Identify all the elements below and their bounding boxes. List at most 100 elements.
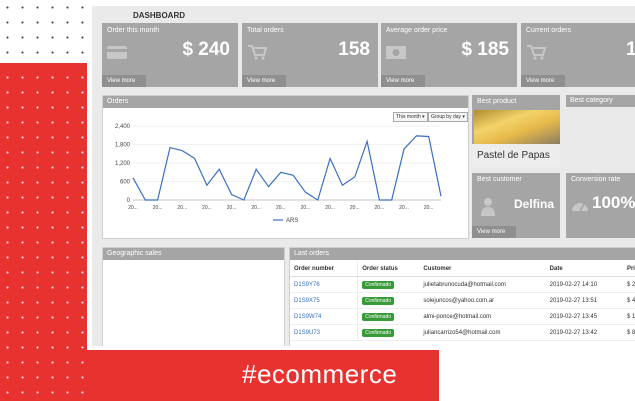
x-tick-label: 20...	[251, 205, 261, 211]
best-product-label: Best product	[477, 98, 517, 105]
price-cell: $ 4	[622, 292, 635, 309]
x-tick-label: 20...	[375, 205, 385, 211]
order-status-cell: Confirmado	[357, 324, 420, 341]
status-badge: Confirmado	[362, 280, 395, 289]
x-tick-label: 20...	[227, 205, 237, 211]
dot-pattern	[0, 0, 85, 62]
x-tick-label: 20...	[128, 205, 138, 211]
price-cell: $ 1	[622, 308, 635, 325]
view-more-link[interactable]: View more	[472, 226, 516, 238]
x-tick-label: 20...	[177, 205, 187, 211]
best-customer-label: Best customer	[477, 176, 522, 183]
card-value: 158	[338, 39, 370, 60]
customer-cell: julietabrunocuda@hotmail.com	[419, 276, 546, 293]
series-line-ars	[132, 135, 442, 201]
orders-panel: Orders This month ▾ Group by day ▾ 0 600 1…	[102, 95, 469, 239]
best-customer-name: Delfina	[513, 197, 554, 211]
x-tick-label: 20...	[301, 205, 311, 211]
conversion-rate-card: Conversion rate 100%	[566, 173, 635, 238]
y-tick-label: 2,400	[115, 124, 131, 130]
orders-line-chart: 0 600 1,200 1,800 2,400 20... 20... 20... 20... 2…	[115, 124, 442, 224]
banner-hashtag: #ecommerce	[242, 359, 398, 389]
card-value: $ 185	[461, 39, 509, 60]
column-header: Order number	[290, 261, 359, 277]
y-tick-label: 600	[120, 180, 131, 186]
order-number-link[interactable]: D1S9X75	[290, 292, 359, 309]
card-current-orders: Current orders 1 View more	[521, 23, 635, 87]
table-row[interactable]: D1S9Y76 Confirmado julietabrunocuda@hotm…	[290, 276, 635, 293]
cart-icon	[527, 45, 547, 60]
table-row[interactable]: D1S9U73 Confirmado juliancarrizo54@hotma…	[290, 324, 635, 341]
card-label: Total orders	[247, 27, 284, 34]
orders-panel-title: Orders	[103, 96, 468, 108]
card-total-orders: Total orders 158 View more	[242, 23, 378, 87]
best-category-label: Best category	[566, 95, 635, 107]
geographic-sales-panel: Geographic sales	[102, 247, 285, 346]
column-header: Order status	[357, 261, 420, 277]
dashboard-window: DASHBOARD Order this month $ 240 View mo…	[92, 6, 635, 346]
date-cell: 2019-02-27 13:45	[545, 308, 623, 325]
order-status-cell: Confirmado	[357, 308, 420, 325]
table-header-row: Order number Order status Customer Date …	[290, 261, 635, 277]
status-badge: Confirmado	[362, 328, 395, 337]
view-more-link[interactable]: View more	[381, 75, 425, 87]
x-tick-label: 20...	[153, 205, 163, 211]
customer-cell: almi-ponce@hotmail.com	[419, 308, 546, 325]
x-tick-label: 20...	[399, 205, 409, 211]
legend-label: ARS	[286, 218, 298, 224]
date-cell: 2019-02-27 13:42	[545, 324, 623, 341]
cart-icon	[248, 45, 268, 60]
order-number-link[interactable]: D1S9Y76	[290, 276, 359, 293]
view-more-link[interactable]: View more	[521, 75, 565, 87]
order-status-cell: Confirmado	[357, 292, 420, 309]
x-tick-label: 20...	[325, 205, 335, 211]
page-title: DASHBOARD	[133, 11, 185, 20]
card-label: Order this month	[107, 27, 160, 34]
customer-cell: juliancarrizo54@hotmail.com	[419, 324, 546, 341]
customer-cell: solejuncos@yahoo.com.ar	[419, 292, 546, 309]
credit-card-icon	[107, 46, 127, 59]
card-value: 1	[626, 39, 635, 60]
y-tick-label: 1,200	[115, 161, 131, 167]
last-orders-table: Order number Order status Customer Date …	[290, 261, 635, 341]
best-product-name: Pastel de Papas	[472, 144, 560, 167]
view-more-link[interactable]: View more	[242, 75, 286, 87]
card-label: Average order price	[386, 27, 448, 34]
table-row[interactable]: D1S9W74 Confirmado almi-ponce@hotmail.co…	[290, 308, 635, 325]
x-tick-label: 20...	[276, 205, 286, 211]
order-status-cell: Confirmado	[357, 276, 420, 293]
status-badge: Confirmado	[362, 296, 395, 305]
column-header: Customer	[419, 261, 546, 277]
price-cell: $ 8	[622, 324, 635, 341]
order-number-link[interactable]: D1S9U73	[290, 324, 359, 341]
column-header: Pric	[622, 261, 635, 277]
table-row[interactable]: D1S9X75 Confirmado solejuncos@yahoo.com.…	[290, 292, 635, 309]
geographic-sales-title: Geographic sales	[103, 248, 284, 260]
x-tick-label: 20...	[350, 205, 360, 211]
best-customer-card: Best customer Delfina View more	[472, 173, 560, 238]
best-product-card: Best product Pastel de Papas	[472, 95, 560, 167]
conversion-rate-label: Conversion rate	[571, 176, 621, 183]
order-number-link[interactable]: D1S9W74	[290, 308, 359, 325]
x-tick-label: 20...	[202, 205, 212, 211]
view-more-link[interactable]: View more	[102, 75, 146, 87]
best-category-card: Best category	[566, 95, 635, 167]
y-tick-label: 0	[127, 198, 131, 204]
date-cell: 2019-02-27 13:51	[545, 292, 623, 309]
price-cell: $ 2	[622, 276, 635, 293]
x-tick-label: 20...	[424, 205, 434, 211]
card-order-this-month: Order this month $ 240 View more	[102, 23, 238, 87]
y-tick-label: 1,800	[115, 143, 131, 149]
card-average-order-price: Average order price $ 185 View more	[381, 23, 517, 87]
user-icon	[481, 198, 495, 216]
cash-icon	[386, 46, 406, 59]
status-badge: Confirmado	[362, 312, 395, 321]
dot-pattern	[0, 70, 85, 400]
conversion-rate-value: 100%	[592, 193, 635, 212]
date-cell: 2019-02-27 14:10	[545, 276, 623, 293]
gauge-icon	[572, 203, 588, 212]
last-orders-panel: Last orders Order number Order status Cu…	[289, 247, 635, 346]
product-image	[474, 110, 560, 144]
column-header: Date	[545, 261, 623, 277]
card-label: Current orders	[526, 27, 572, 34]
